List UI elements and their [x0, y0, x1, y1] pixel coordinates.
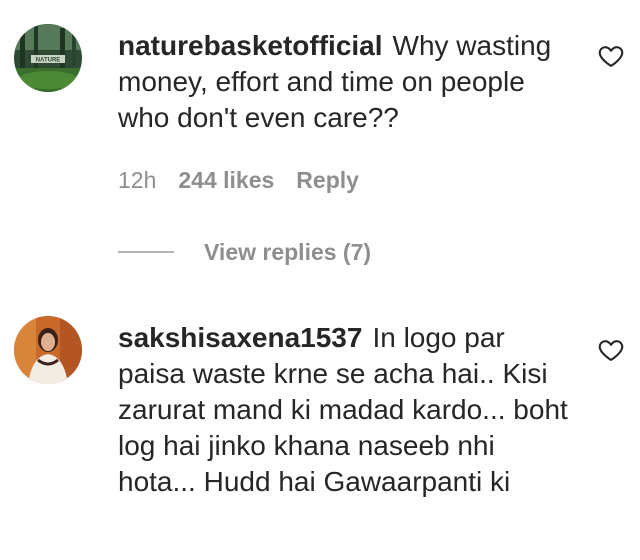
avatar-image: NATURE: [14, 24, 82, 92]
reply-button[interactable]: Reply: [296, 167, 359, 193]
like-button[interactable]: [597, 42, 625, 70]
avatar-caption: NATURE: [36, 58, 61, 64]
comment-item: sakshisaxena1537 In logo par paisa waste …: [0, 290, 640, 560]
comment-item: NATURE naturebasketofficial Why wasting m…: [0, 0, 640, 290]
comment-username[interactable]: naturebasketofficial: [118, 30, 383, 61]
avatar[interactable]: NATURE: [14, 24, 82, 92]
heart-outline-icon: [598, 46, 624, 67]
like-button[interactable]: [597, 336, 625, 364]
avatar-image: [14, 316, 82, 384]
view-replies-button[interactable]: View replies (7): [118, 238, 371, 266]
avatar[interactable]: [14, 316, 82, 384]
comment-username[interactable]: sakshisaxena1537: [118, 322, 362, 353]
replies-divider: [118, 250, 174, 253]
comment-body: naturebasketofficial Why wasting money, e…: [118, 28, 578, 136]
comment-likes[interactable]: 244 likes: [178, 167, 274, 193]
heart-outline-icon: [598, 340, 624, 361]
view-replies-label: View replies (7): [204, 239, 372, 265]
comment-body: sakshisaxena1537 In logo par paisa waste …: [118, 320, 578, 500]
comment-time[interactable]: 12h: [118, 167, 156, 193]
comment-meta: 12h 244 likes Reply: [118, 166, 381, 194]
